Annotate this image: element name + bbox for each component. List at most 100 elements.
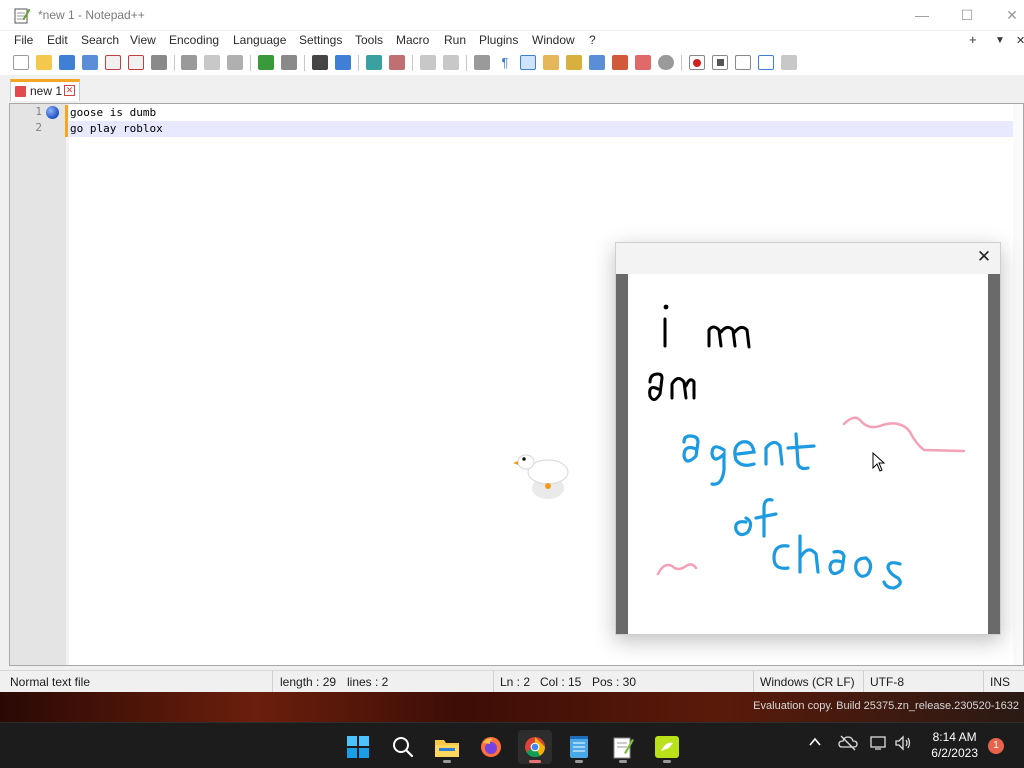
document-map-icon[interactable] <box>566 55 582 70</box>
chrome-button[interactable] <box>518 730 552 764</box>
maximize-button[interactable]: ☐ <box>944 0 990 30</box>
menu-settings[interactable]: Settings <box>299 33 342 47</box>
status-encoding[interactable]: UTF-8 <box>870 675 904 689</box>
zoom-in-icon[interactable] <box>366 55 382 70</box>
open-file-icon[interactable] <box>36 55 52 70</box>
close-file-icon[interactable] <box>105 55 121 70</box>
undo-icon[interactable] <box>258 55 274 70</box>
handwriting-chaos-s <box>882 561 902 590</box>
folder-as-workspace-icon[interactable] <box>612 55 628 70</box>
start-button[interactable] <box>341 730 375 764</box>
search-button[interactable] <box>386 730 420 764</box>
new-tab-plus-button[interactable]: + <box>969 32 977 47</box>
tray-overflow-chevron-icon[interactable] <box>808 735 822 752</box>
code-line[interactable]: goose is dumb <box>70 105 156 121</box>
onedrive-off-icon[interactable] <box>838 735 858 754</box>
status-separator <box>983 671 984 692</box>
playback-icon[interactable] <box>735 55 751 70</box>
running-indicator <box>619 760 627 763</box>
replace-icon[interactable] <box>335 55 351 70</box>
code-line[interactable]: go play roblox <box>70 121 163 137</box>
notepad-button[interactable] <box>562 730 596 764</box>
close-button[interactable]: ✕ <box>989 0 1024 30</box>
handwriting-chaos-a <box>828 549 846 576</box>
tab-close-icon[interactable]: ✕ <box>64 85 75 96</box>
vertical-scrollbar[interactable] <box>1013 104 1023 665</box>
toolbar-separator <box>466 55 467 71</box>
menu-view[interactable]: View <box>130 33 156 47</box>
menu-tools[interactable]: Tools <box>355 33 383 47</box>
running-indicator <box>575 760 583 763</box>
network-icon[interactable] <box>870 735 888 754</box>
tab-new-1[interactable]: new 1 ✕ <box>10 79 80 101</box>
bookmark-icon[interactable] <box>46 106 59 119</box>
paste-icon[interactable] <box>227 55 243 70</box>
find-icon[interactable] <box>312 55 328 70</box>
run-macro-multiple-icon[interactable] <box>758 55 774 70</box>
sync-horizontal-icon[interactable] <box>443 55 459 70</box>
monitoring-icon[interactable] <box>635 55 651 70</box>
status-eol[interactable]: Windows (CR LF) <box>760 675 855 689</box>
save-all-icon[interactable] <box>82 55 98 70</box>
system-clock[interactable]: 8:14 AM 6/2/2023 <box>931 729 978 761</box>
toolbar: ¶ <box>0 51 1024 75</box>
notification-badge[interactable]: 1 <box>988 738 1004 754</box>
file-explorer-button[interactable] <box>430 730 464 764</box>
pink-scribble-small <box>656 563 698 576</box>
menu-encoding[interactable]: Encoding <box>169 33 219 47</box>
handwriting-n <box>670 377 696 400</box>
zoom-out-icon[interactable] <box>389 55 405 70</box>
tab-list-dropdown-button[interactable]: ▼ <box>995 35 1005 46</box>
desktop-goose-button[interactable] <box>650 730 684 764</box>
close-all-icon[interactable] <box>128 55 144 70</box>
user-defined-language-icon[interactable] <box>543 55 559 70</box>
indent-guide-icon[interactable] <box>520 55 536 70</box>
notepad-plus-plus-icon <box>613 737 634 759</box>
menu-macro[interactable]: Macro <box>396 33 429 47</box>
menu-window[interactable]: Window <box>532 33 575 47</box>
clock-time: 8:14 AM <box>932 730 977 744</box>
menu-search[interactable]: Search <box>81 33 119 47</box>
menu-file[interactable]: File <box>14 33 33 47</box>
stop-recording-icon[interactable] <box>712 55 728 70</box>
save-macro-icon[interactable] <box>781 55 797 70</box>
function-list-icon[interactable] <box>589 55 605 70</box>
title-bar[interactable]: *new 1 - Notepad++ — ☐ ✕ <box>0 0 1024 30</box>
volume-icon[interactable] <box>894 735 912 754</box>
toolbar-separator <box>358 55 359 71</box>
handwriting-chaos-h <box>798 534 820 574</box>
status-insert-mode[interactable]: INS <box>990 675 1010 689</box>
menu-run[interactable]: Run <box>444 33 466 47</box>
show-all-characters-icon[interactable]: ¶ <box>497 55 513 70</box>
copy-icon[interactable] <box>204 55 220 70</box>
menu-edit[interactable]: Edit <box>47 33 68 47</box>
panel-icon[interactable] <box>658 55 674 70</box>
note-close-button[interactable]: ✕ <box>974 247 994 267</box>
status-separator <box>753 671 754 692</box>
handwriting-m <box>707 325 751 349</box>
cut-icon[interactable] <box>181 55 197 70</box>
print-icon[interactable] <box>151 55 167 70</box>
menu-plugins[interactable]: Plugins <box>479 33 518 47</box>
desktop-goose[interactable] <box>512 450 572 502</box>
word-wrap-icon[interactable] <box>474 55 490 70</box>
tab-label: new 1 <box>30 84 63 98</box>
new-file-icon[interactable] <box>13 55 29 70</box>
status-position: Pos : 30 <box>592 675 637 689</box>
notepad-plus-plus-button[interactable] <box>606 730 640 764</box>
goose-note-window[interactable]: ✕ <box>615 242 1001 635</box>
line-number: 1 <box>35 105 42 118</box>
minimize-button[interactable]: — <box>899 0 945 30</box>
close-document-button[interactable]: ✕ <box>1016 34 1024 47</box>
menu-help[interactable]: ? <box>589 33 596 47</box>
menu-language[interactable]: Language <box>233 33 286 47</box>
toolbar-separator <box>250 55 251 71</box>
status-line-number: Ln : 2 <box>500 675 531 689</box>
firefox-button[interactable] <box>474 730 508 764</box>
fold-margin <box>66 104 69 665</box>
save-icon[interactable] <box>59 55 75 70</box>
redo-icon[interactable] <box>281 55 297 70</box>
search-icon <box>393 737 414 758</box>
sync-vertical-icon[interactable] <box>420 55 436 70</box>
start-recording-icon[interactable] <box>689 55 705 70</box>
